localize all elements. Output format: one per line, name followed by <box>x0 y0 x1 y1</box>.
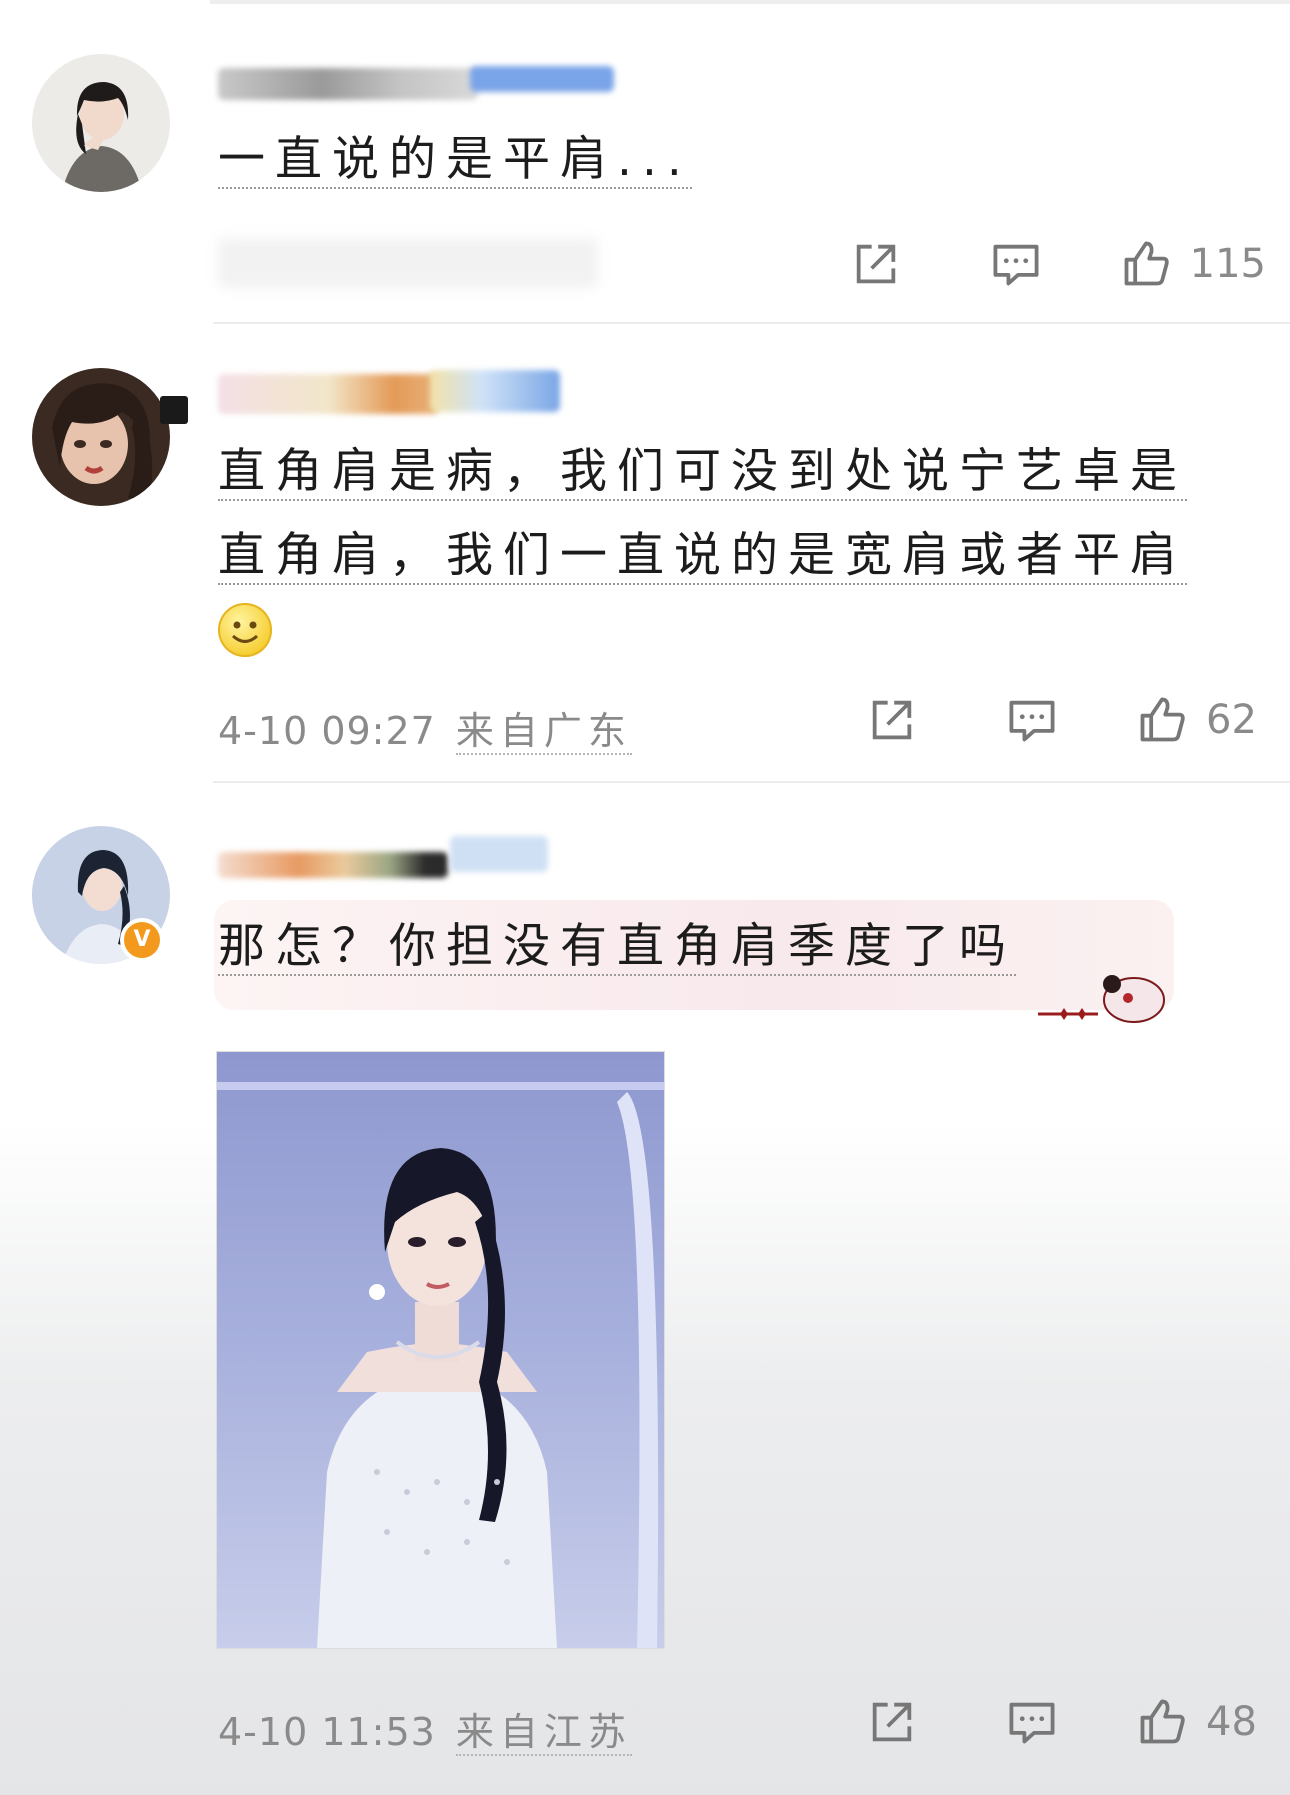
user-tag-blurred <box>470 66 614 92</box>
comment-actions: 48 <box>866 1692 1266 1752</box>
comment-meta: 4-10 09:27 来自广东 <box>218 700 632 755</box>
like-count: 62 <box>1206 697 1257 743</box>
timestamp: 4-10 11:53 <box>218 1710 436 1754</box>
divider <box>213 781 1290 783</box>
share-button[interactable] <box>866 1696 918 1748</box>
user-avatar-2-icon <box>32 368 170 506</box>
reply-button[interactable] <box>1006 1696 1058 1748</box>
like-button[interactable]: 48 <box>1136 1696 1266 1748</box>
like-count: 48 <box>1206 1699 1257 1745</box>
like-icon <box>1124 241 1169 286</box>
location: 来自江苏 <box>455 1710 632 1756</box>
like-icon <box>1140 1699 1185 1744</box>
reply-icon <box>993 244 1039 286</box>
photo-image <box>217 1052 664 1648</box>
reply-icon <box>1009 1702 1055 1744</box>
avatar[interactable] <box>32 54 170 192</box>
like-count: 115 <box>1189 241 1266 287</box>
user-tag-blurred <box>450 836 548 872</box>
like-button[interactable]: 62 <box>1136 694 1266 746</box>
location: 来自广东 <box>455 709 632 755</box>
share-button[interactable] <box>866 694 918 746</box>
like-button[interactable]: 115 <box>1120 238 1266 290</box>
smile-emoji-icon <box>218 603 272 657</box>
top-divider <box>210 0 1290 4</box>
comment-actions: 115 <box>850 234 1266 294</box>
share-icon <box>856 244 895 284</box>
user-avatar-1-icon <box>32 54 170 192</box>
avatar[interactable] <box>32 368 170 506</box>
username-blurred[interactable] <box>218 68 478 100</box>
bubble-decoration-icon <box>1036 966 1186 1026</box>
performer-photo[interactable] <box>216 1051 665 1649</box>
avatar-decoration <box>160 396 188 424</box>
share-button[interactable] <box>850 238 902 290</box>
comment-text: 一直说的是平肩... <box>218 132 692 189</box>
verified-badge-icon: V <box>120 918 164 962</box>
meta-blurred <box>218 238 598 288</box>
divider <box>213 322 1290 324</box>
share-icon <box>872 1702 912 1742</box>
username-blurred[interactable] <box>218 852 448 878</box>
reply-icon <box>1009 700 1055 742</box>
reply-button[interactable] <box>990 238 1042 290</box>
like-icon <box>1140 697 1185 742</box>
reply-button[interactable] <box>1006 694 1058 746</box>
timestamp: 4-10 09:27 <box>218 709 436 753</box>
user-tag-blurred <box>430 370 560 412</box>
comment-actions: 62 <box>866 690 1266 750</box>
comment-text: 直角肩是病，我们可没到处说宁艺卓是 直角肩，我们一直说的是宽肩或者平肩 <box>218 444 1187 585</box>
share-icon <box>872 700 912 740</box>
comment-meta: 4-10 11:53 来自江苏 <box>218 1701 632 1756</box>
username-blurred[interactable] <box>218 374 438 414</box>
